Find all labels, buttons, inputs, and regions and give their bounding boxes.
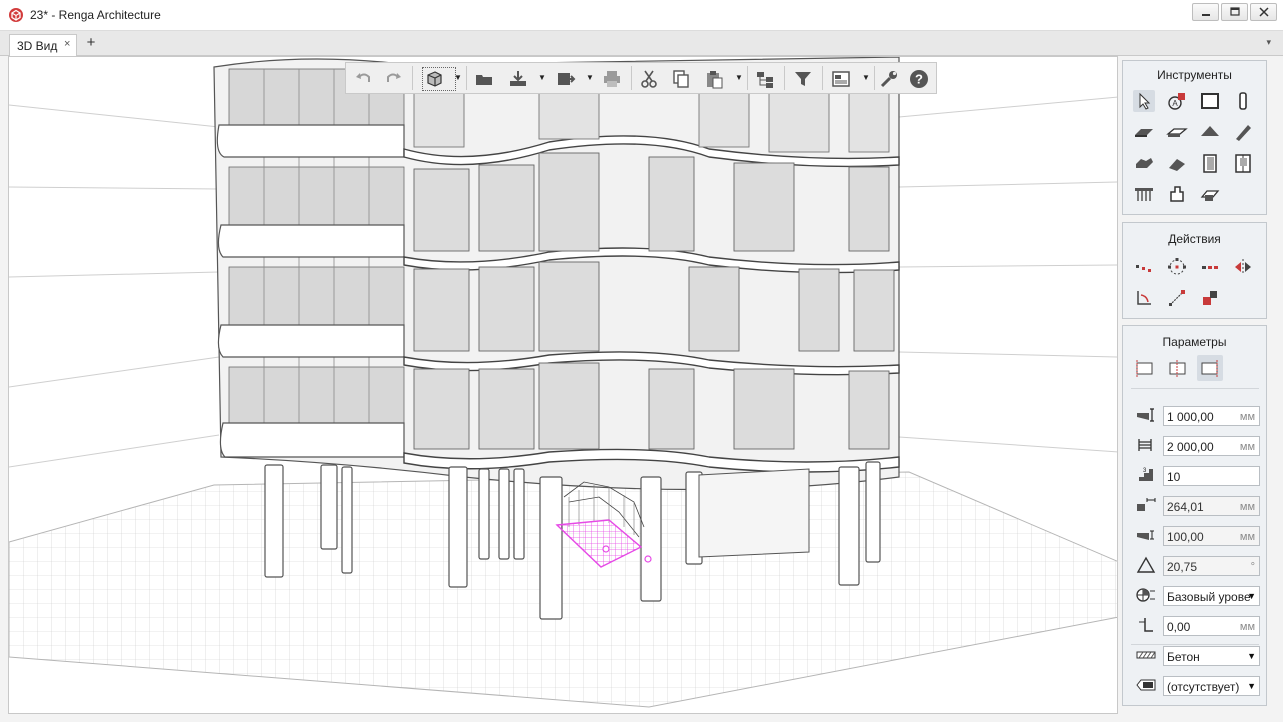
layout-icon[interactable] [831,69,851,89]
equipment-tool-icon[interactable] [1166,183,1188,205]
filter-icon[interactable] [793,69,813,89]
paste-icon[interactable] [704,69,724,89]
tab-label: 3D Вид [17,39,58,53]
material-select[interactable]: Бетон ▼ [1163,646,1260,666]
chevron-down-icon: ▼ [1247,681,1256,691]
align-center-icon[interactable] [1166,357,1188,379]
mark-select[interactable]: (отсутствует) ▼ [1163,676,1260,696]
annotation-tool-icon[interactable]: A [1166,90,1188,112]
offset-field[interactable]: 0,00 мм [1163,616,1260,636]
export-dropdown-icon[interactable]: ▼ [586,73,594,82]
stretch-action-icon[interactable] [1166,287,1188,309]
base-level-select[interactable]: Базовый урове ▼ [1163,586,1260,606]
svg-text:A: A [1172,99,1178,108]
chevron-down-icon: ▼ [1247,651,1256,661]
export-icon[interactable] [556,69,576,89]
main-toolbar: ▼ ▼ ▼ ▼ ▼ ? [345,62,937,94]
align-left-icon[interactable] [1133,357,1155,379]
stair-width-field[interactable]: 1 000,00 мм [1163,406,1260,426]
stair-height-field[interactable]: 2 000,00 мм [1163,436,1260,456]
tread-depth-field: 264,01 мм [1163,496,1260,516]
step-count-field[interactable]: 10 [1163,466,1260,486]
railing-tool-icon[interactable] [1133,183,1155,205]
3d-viewport[interactable] [8,56,1118,714]
cut-icon[interactable] [639,69,659,89]
building-model-render [9,57,1117,708]
stair-width-icon [1135,405,1157,425]
help-icon[interactable]: ? [909,69,929,89]
print-icon[interactable] [602,69,622,89]
parameters-panel-title: Параметры [1162,335,1227,349]
svg-text:?: ? [915,72,923,87]
settings-wrench-icon[interactable] [879,69,899,89]
slab-tool-icon[interactable] [1133,121,1155,143]
door-tool-icon[interactable] [1199,152,1221,174]
renga-logo-icon [8,7,24,23]
material-icon [1135,645,1157,665]
view-dropdown-icon[interactable]: ▼ [454,73,462,82]
mirror-action-icon[interactable] [1232,256,1254,278]
stair-height-icon [1135,435,1157,455]
view-cube-icon[interactable] [422,67,456,91]
opening-tool-icon[interactable] [1199,183,1221,205]
stair-tool-icon[interactable] [1133,152,1155,174]
riser-height-field: 100,00 мм [1163,526,1260,546]
align-action-icon[interactable] [1133,287,1155,309]
hierarchy-icon[interactable] [755,69,775,89]
close-window-button[interactable] [1250,3,1277,21]
offset-icon [1135,615,1157,635]
copy-icon[interactable] [671,69,691,89]
undo-icon[interactable] [354,69,374,89]
column-tool-icon[interactable] [1232,90,1254,112]
document-tab-bar: 3D Вид × + ▾ [0,31,1283,56]
chevron-down-icon: ▼ [1247,591,1256,601]
rotate-action-icon[interactable] [1166,256,1188,278]
slope-angle-field: 20,75 ° [1163,556,1260,576]
tools-panel-title: Инструменты [1157,68,1232,82]
mark-icon [1135,675,1157,695]
redo-icon[interactable] [383,69,403,89]
select-tool-icon[interactable] [1133,90,1155,112]
paste-dropdown-icon[interactable]: ▼ [735,73,743,82]
move-action-icon[interactable] [1133,256,1155,278]
tread-depth-icon [1135,495,1157,515]
beam-tool-icon[interactable] [1232,121,1254,143]
tab-list-dropdown-icon[interactable]: ▾ [1266,37,1271,48]
base-level-icon [1135,585,1157,605]
tools-panel: Инструменты A [1122,60,1267,215]
wall-tool-icon[interactable] [1199,90,1221,112]
window-title: 23* - Renga Architecture [30,8,161,22]
actions-panel-title: Действия [1168,232,1221,246]
parameters-panel: Параметры 1 000,00 мм 2 000,00 мм 3 10 264… [1122,325,1267,706]
floor-tool-icon[interactable] [1166,121,1188,143]
open-icon[interactable] [474,69,494,89]
tab-close-icon[interactable]: × [64,38,70,50]
maximize-button[interactable] [1221,3,1248,21]
align-right-icon[interactable] [1197,355,1223,381]
slope-angle-icon [1135,555,1157,575]
replace-action-icon[interactable] [1199,287,1221,309]
roof-tool-icon[interactable] [1199,121,1221,143]
minimize-button[interactable] [1192,3,1219,21]
add-tab-button[interactable]: + [82,34,100,52]
actions-panel: Действия [1122,222,1267,319]
title-bar: 23* - Renga Architecture [0,0,1283,31]
import-icon[interactable] [508,69,528,89]
import-dropdown-icon[interactable]: ▼ [538,73,546,82]
window-tool-icon[interactable] [1232,152,1254,174]
copy-action-icon[interactable] [1199,256,1221,278]
layout-dropdown-icon[interactable]: ▼ [862,73,870,82]
step-count-icon: 3 [1135,465,1157,485]
riser-height-icon [1135,525,1157,545]
ramp-tool-icon[interactable] [1166,152,1188,174]
tab-3d-view[interactable]: 3D Вид × [9,34,77,56]
